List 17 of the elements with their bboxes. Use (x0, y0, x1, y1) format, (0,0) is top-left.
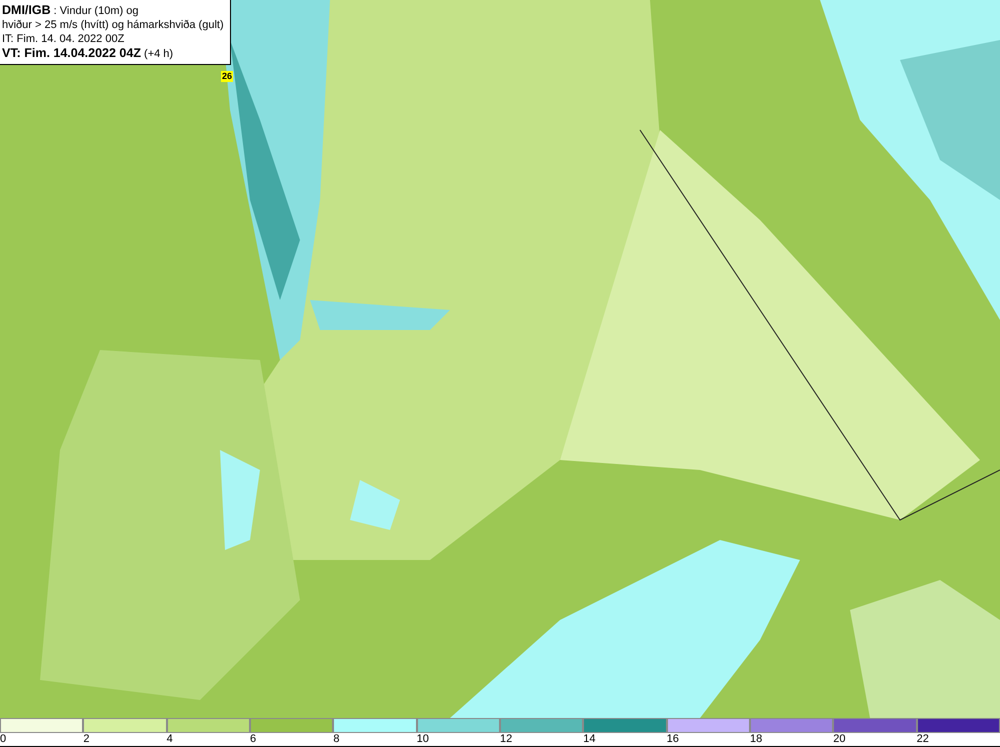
scale-label: 2 (83, 733, 90, 746)
scale-label: 0 (0, 733, 6, 746)
scale-label: 14 (583, 733, 596, 746)
scale-label: 6 (250, 733, 256, 746)
scale-label: 18 (750, 733, 762, 746)
valid-time: VT: Fim. 14.04.2022 04Z (+4 h) (2, 46, 174, 61)
map-title: DMI/IGB : Vindur (10m) og (2, 3, 140, 18)
scale-label: 12 (500, 733, 512, 746)
map-subtitle: hviður > 25 m/s (hvítt) og hámarkshviða (gult) (2, 18, 224, 32)
scale-label: 16 (666, 733, 679, 746)
gust-label: 26 (221, 71, 234, 82)
scale-label: 20 (833, 733, 846, 746)
scale-label: 22 (916, 733, 929, 746)
scale-label: 10 (416, 733, 429, 746)
scale-label: 4 (166, 733, 173, 746)
scale-label: 8 (333, 733, 340, 746)
initial-time: IT: Fim. 14. 04. 2022 00Z (2, 32, 126, 46)
